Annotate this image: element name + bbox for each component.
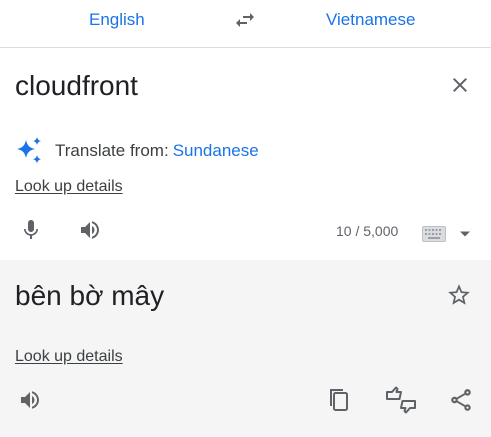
source-panel: cloudfront Translate from: Sundanese Loo… (0, 49, 491, 260)
language-bar: English Vietnamese (0, 0, 491, 48)
speaker-icon[interactable] (16, 388, 44, 412)
speaker-icon[interactable] (76, 218, 104, 242)
translation-panel: bên bờ mây Look up details (0, 260, 491, 437)
translate-from-label: Translate from: (55, 141, 169, 160)
keyboard-icon[interactable] (422, 226, 446, 242)
detected-language: Translate from: Sundanese (15, 137, 259, 164)
copy-icon[interactable] (327, 386, 351, 414)
source-language-button[interactable]: English (89, 10, 145, 30)
chevron-down-icon[interactable] (459, 230, 471, 238)
detected-language-link[interactable]: Sundanese (173, 141, 259, 161)
character-count: 10 / 5,000 (336, 223, 399, 239)
close-icon[interactable] (448, 73, 472, 97)
target-language-button[interactable]: Vietnamese (326, 10, 415, 30)
source-look-up-details-link[interactable]: Look up details (15, 178, 123, 196)
mic-icon[interactable] (19, 217, 43, 243)
translation-look-up-details-link[interactable]: Look up details (15, 348, 123, 366)
translation-text: bên bờ mây (15, 280, 165, 311)
share-icon[interactable] (448, 387, 474, 413)
feedback-icon[interactable] (384, 386, 418, 414)
swap-horiz-icon[interactable] (232, 8, 258, 32)
star-icon[interactable] (446, 282, 472, 308)
source-text-input[interactable]: cloudfront (15, 69, 138, 103)
sparkle-icon (17, 137, 41, 164)
